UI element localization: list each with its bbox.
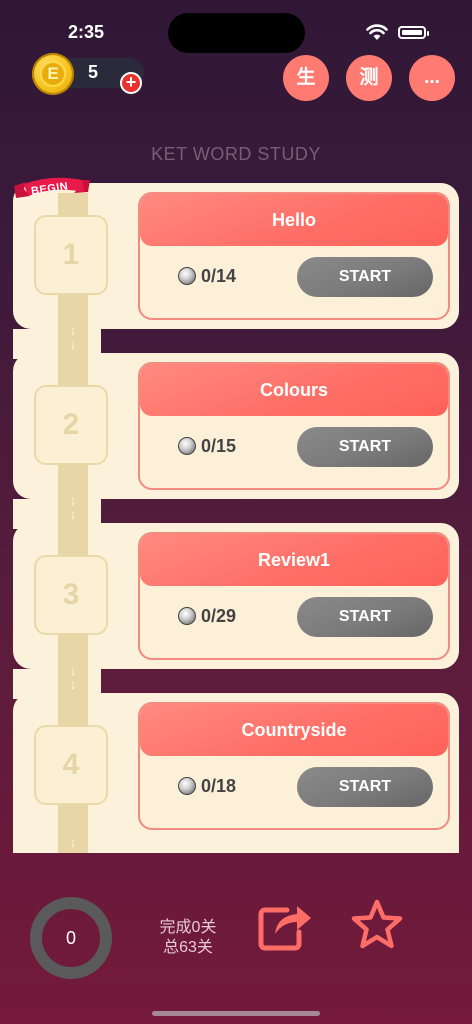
page-title: KET WORD STUDY — [151, 144, 321, 164]
wifi-icon — [366, 24, 388, 40]
level-progress: 0/29 — [201, 606, 237, 626]
status-time: 2:35 — [68, 22, 105, 42]
start-button[interactable]: START — [297, 767, 433, 807]
level-title: Colours — [259, 380, 328, 400]
level-title: Countryside — [241, 720, 347, 740]
level-track: ↓ ↓ ↓ ↓ ↓ ↓ ↓ 1 Hello 0/14 START 2 Colours … — [13, 183, 459, 853]
home-indicator — [152, 1011, 320, 1016]
completed-levels-text: 完成0关 — [159, 919, 217, 936]
test-button[interactable]: 测 — [346, 55, 392, 101]
add-coins-button[interactable]: + — [120, 72, 142, 94]
level-panel: Countryside 0/18 START — [138, 702, 450, 830]
dynamic-island — [168, 13, 305, 53]
start-button[interactable]: START — [297, 597, 433, 637]
progress-dot-icon — [178, 777, 196, 795]
coin-symbol: E — [40, 61, 66, 87]
level-progress: 0/14 — [201, 266, 237, 286]
level-panel: Colours 0/15 START — [138, 362, 450, 490]
study-button[interactable]: 生 — [283, 55, 329, 101]
start-button[interactable]: START — [297, 427, 433, 467]
progress-dot-icon — [178, 267, 196, 285]
level-title: Review1 — [257, 550, 331, 570]
more-button[interactable]: ... — [409, 55, 455, 101]
level-number: 4 — [34, 725, 108, 805]
start-button[interactable]: START — [297, 257, 433, 297]
total-levels-text: 总63关 — [163, 939, 213, 956]
down-arrow-icon: ↓ ↓ — [69, 662, 77, 692]
level-number: 2 — [34, 385, 108, 465]
down-arrow-icon: ↓ ↓ — [69, 322, 77, 352]
level-title: Hello — [271, 210, 316, 230]
battery-icon — [398, 26, 429, 39]
level-progress: 0/15 — [201, 436, 237, 456]
down-arrow-icon: ↓ — [69, 834, 77, 850]
coin-count: 5 — [88, 62, 99, 82]
progress-dot-icon — [178, 437, 196, 455]
share-icon[interactable] — [257, 898, 313, 952]
star-icon[interactable] — [350, 898, 404, 952]
level-number: 1 — [34, 215, 108, 295]
level-number: 3 — [34, 555, 108, 635]
level-stats: 完成0关 总63关 — [148, 918, 228, 958]
completion-ring: 0 — [30, 897, 112, 979]
down-arrow-icon: ↓ ↓ — [69, 492, 77, 522]
progress-dot-icon — [178, 607, 196, 625]
level-panel: Hello 0/14 START — [138, 192, 450, 320]
coin-icon: E — [32, 53, 74, 95]
level-panel: Review1 0/29 START — [138, 532, 450, 660]
level-progress: 0/18 — [201, 776, 237, 796]
